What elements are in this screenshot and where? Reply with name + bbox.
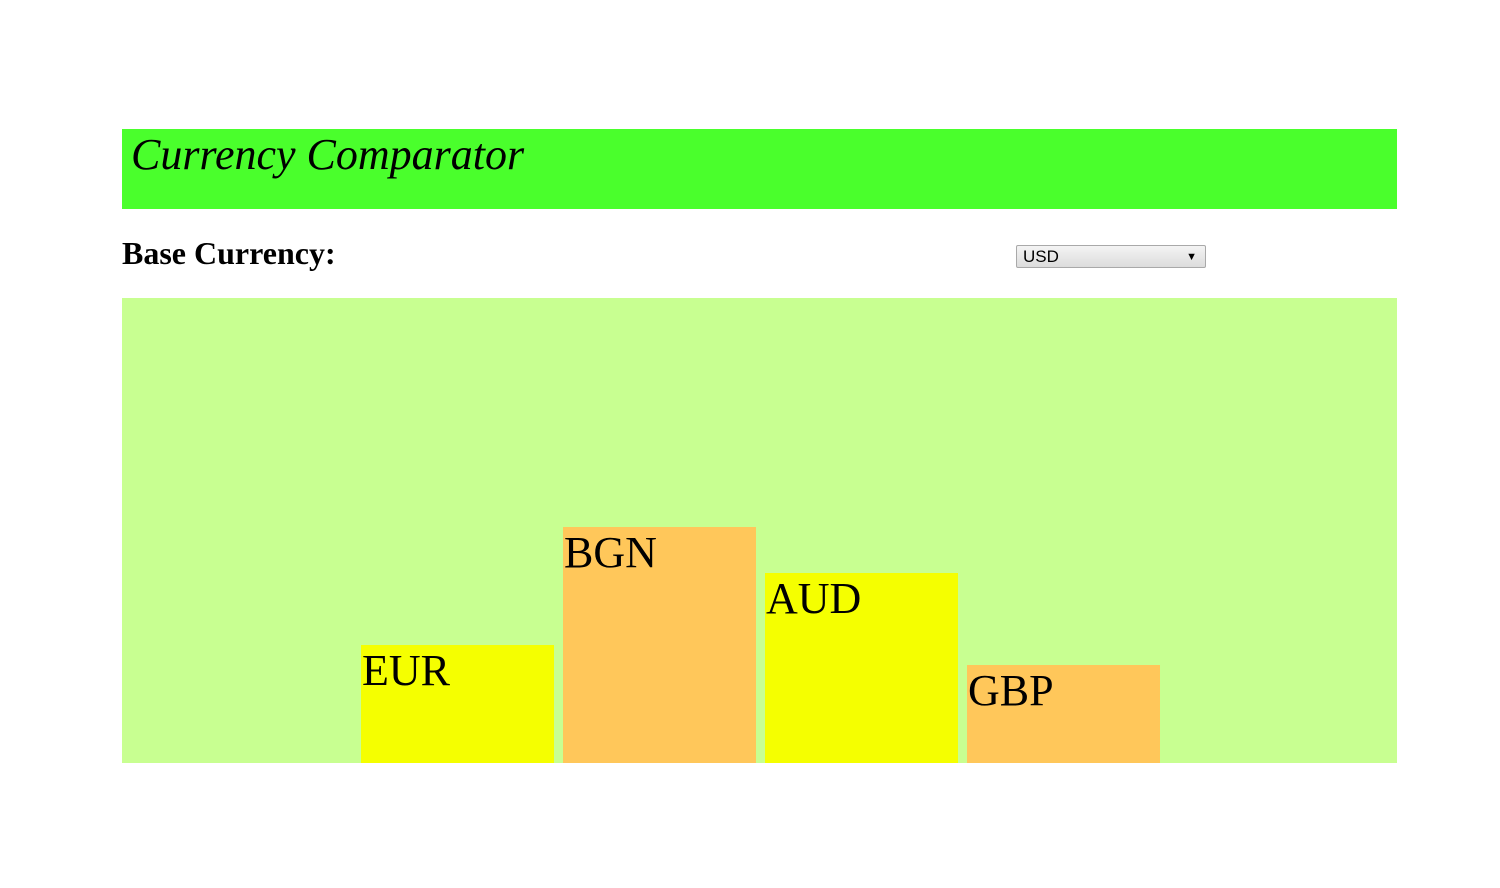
base-currency-label: Base Currency: [122, 235, 336, 271]
base-currency-value: USD [1023, 247, 1059, 266]
bar-eur: EUR [361, 645, 554, 763]
chevron-down-icon: ▼ [1186, 251, 1197, 263]
app-header: Currency Comparator [122, 129, 1397, 209]
bar-label-gbp: GBP [968, 666, 1054, 715]
page-title: Currency Comparator [131, 130, 525, 179]
currency-chart: EUR BGN AUD GBP [122, 298, 1397, 763]
base-currency-select[interactable]: USD ▼ [1016, 245, 1206, 268]
bar-gbp: GBP [967, 665, 1160, 763]
bar-label-eur: EUR [362, 646, 450, 695]
bar-label-aud: AUD [766, 574, 862, 623]
bar-bgn: BGN [563, 527, 756, 763]
bar-aud: AUD [765, 573, 958, 763]
bar-label-bgn: BGN [564, 528, 657, 577]
